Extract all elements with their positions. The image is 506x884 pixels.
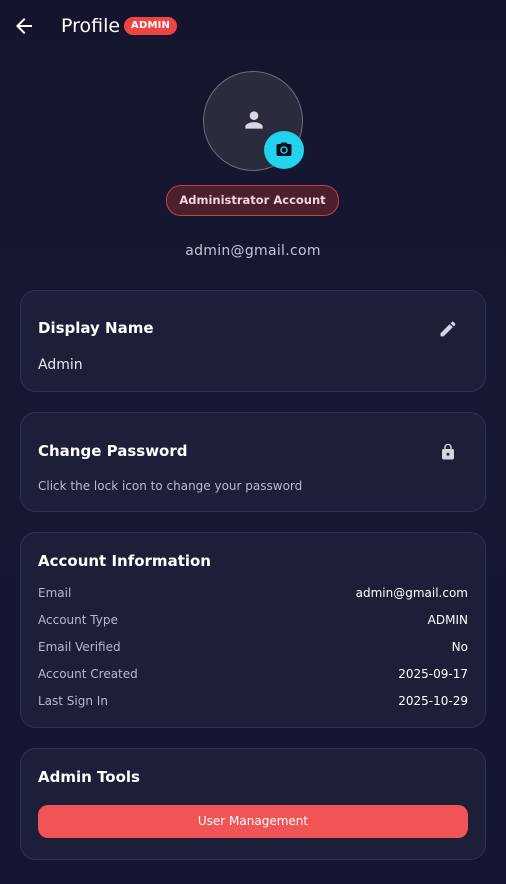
info-row-account-type: Account Type ADMIN [38, 613, 468, 631]
info-row-email: Email admin@gmail.com [38, 586, 468, 604]
display-name-value: Admin [38, 357, 83, 373]
info-value: ADMIN [427, 613, 468, 627]
display-name-title: Display Name [38, 319, 154, 337]
change-password-title: Change Password [38, 442, 188, 460]
edit-display-name-button[interactable] [436, 317, 460, 341]
change-photo-button[interactable] [264, 131, 304, 169]
info-label: Email Verified [38, 640, 121, 654]
info-value: No [451, 640, 468, 654]
lock-icon [442, 443, 454, 460]
person-icon [245, 111, 263, 129]
arrow-left-icon [16, 18, 32, 34]
account-info-title: Account Information [38, 552, 211, 570]
info-row-email-verified: Email Verified No [38, 640, 468, 658]
avatar-section [203, 71, 304, 171]
page-title: Profile [61, 15, 121, 37]
user-management-button[interactable]: User Management [38, 805, 468, 838]
info-label: Account Created [38, 667, 138, 681]
profile-email: admin@gmail.com [185, 243, 321, 259]
change-password-card: Change Password Click the lock icon to c… [20, 412, 486, 512]
info-label: Email [38, 586, 72, 600]
pencil-icon [440, 321, 456, 337]
admin-tools-card: Admin Tools User Management [20, 748, 486, 860]
info-value: 2025-09-17 [398, 667, 468, 681]
change-password-hint: Click the lock icon to change your passw… [38, 479, 303, 493]
camera-icon [276, 142, 292, 156]
display-name-card: Display Name Admin [20, 290, 486, 392]
app-header: Profile ADMIN [0, 0, 506, 52]
info-row-last-sign-in: Last Sign In 2025-10-29 [38, 694, 468, 712]
admin-badge: ADMIN [124, 17, 178, 35]
info-value: 2025-10-29 [398, 694, 468, 708]
admin-tools-title: Admin Tools [38, 768, 140, 786]
info-label: Last Sign In [38, 694, 108, 708]
info-row-account-created: Account Created 2025-09-17 [38, 667, 468, 685]
back-button[interactable] [12, 14, 36, 38]
info-value: admin@gmail.com [355, 586, 468, 600]
account-info-card: Account Information Email admin@gmail.co… [20, 532, 486, 728]
change-password-button[interactable] [436, 440, 460, 464]
role-badge: Administrator Account [166, 185, 339, 216]
info-label: Account Type [38, 613, 118, 627]
